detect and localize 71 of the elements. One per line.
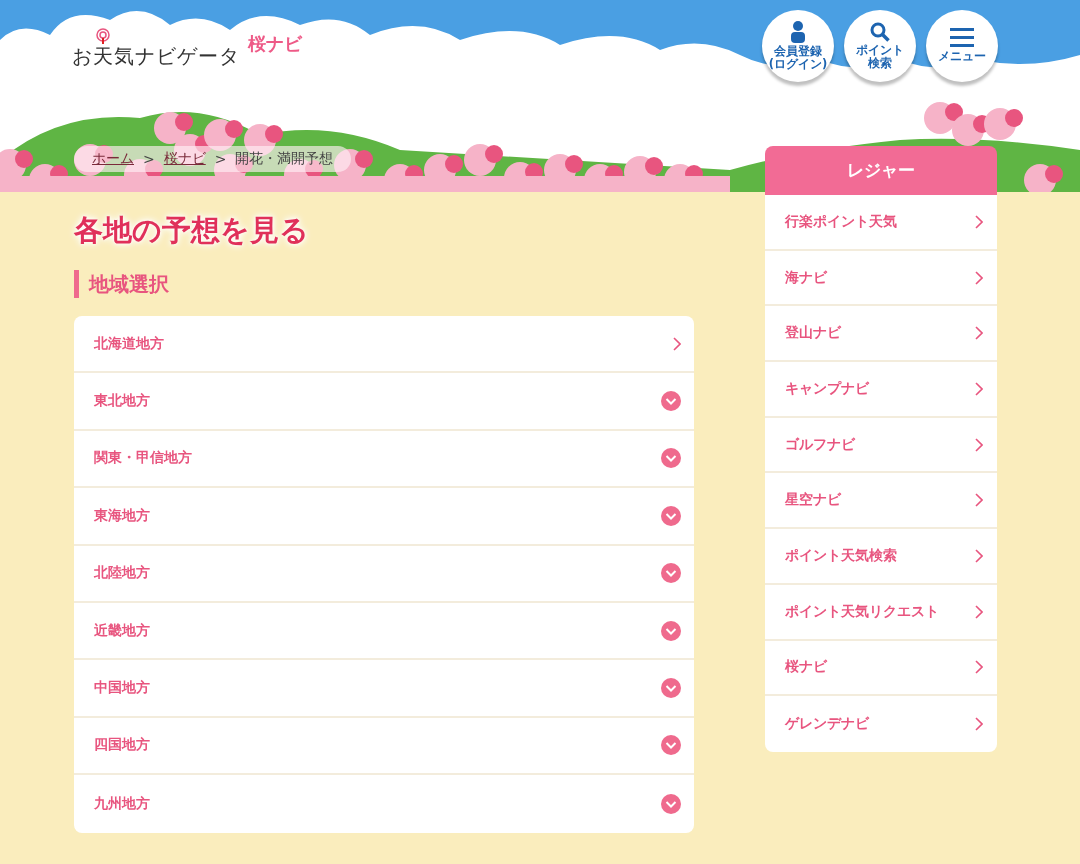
page-title: 各地の予想を見る bbox=[74, 212, 310, 249]
sidebar-item[interactable]: ポイント天気検索 bbox=[765, 529, 997, 585]
sidebar-item[interactable]: 登山ナビ bbox=[765, 306, 997, 363]
sidebar-item[interactable]: 行楽ポイント天気 bbox=[765, 195, 997, 251]
region-item[interactable]: 北海道地方 bbox=[74, 316, 694, 374]
sidebar-label: 行楽ポイント天気 bbox=[785, 212, 897, 231]
region-label: 東海地方 bbox=[94, 506, 150, 525]
region-label: 近畿地方 bbox=[94, 621, 150, 640]
sidebar-item[interactable]: 桜ナビ bbox=[765, 640, 997, 697]
chevron-right-icon bbox=[673, 336, 681, 351]
chevron-right-icon bbox=[975, 270, 983, 285]
expand-circle-icon bbox=[661, 735, 681, 756]
sidebar-label: 桜ナビ bbox=[785, 658, 827, 677]
sidebar-label: 星空ナビ bbox=[785, 491, 841, 510]
breadcrumb-link[interactable]: 桜ナビ bbox=[163, 150, 206, 168]
sidebar-label: 登山ナビ bbox=[785, 324, 841, 343]
breadcrumb-current: 開花・満開予想 bbox=[235, 150, 334, 168]
sidebar-item[interactable]: ポイント天気リクエスト bbox=[765, 584, 997, 641]
chevron-right-icon bbox=[975, 717, 983, 732]
region-item[interactable]: 九州地方 bbox=[74, 775, 694, 833]
region-label: 九州地方 bbox=[94, 794, 150, 813]
sidebar-item[interactable]: 星空ナビ bbox=[765, 473, 997, 530]
sidebar-item[interactable]: ゴルフナビ bbox=[765, 417, 997, 474]
region-item[interactable]: 四国地方 bbox=[74, 717, 694, 776]
region-item[interactable]: 近畿地方 bbox=[74, 602, 694, 661]
expand-circle-icon bbox=[661, 793, 681, 814]
region-item[interactable]: 北陸地方 bbox=[74, 545, 694, 603]
sidebar-label: ポイント天気検索 bbox=[785, 546, 897, 565]
expand-circle-icon bbox=[661, 505, 681, 526]
region-item[interactable]: 東海地方 bbox=[74, 488, 694, 546]
menu-icon bbox=[950, 28, 974, 49]
region-label: 四国地方 bbox=[94, 736, 150, 755]
sakura-navi-logo[interactable]: 桜ナビ bbox=[248, 32, 302, 56]
expand-circle-icon bbox=[661, 448, 681, 469]
breadcrumb-separator: > bbox=[214, 151, 227, 167]
chevron-right-icon bbox=[975, 493, 983, 508]
section-heading: 地域選択 bbox=[74, 270, 694, 298]
region-label: 北海道地方 bbox=[94, 334, 164, 353]
region-label: 関東・甲信地方 bbox=[94, 449, 192, 468]
chevron-right-icon bbox=[975, 381, 983, 396]
sidebar-item[interactable]: 海ナビ bbox=[765, 250, 997, 307]
region-label: 東北地方 bbox=[94, 392, 150, 411]
chevron-right-icon bbox=[975, 660, 983, 675]
site-logo[interactable]: お天気ナビゲータ bbox=[72, 43, 240, 70]
sidebar-label: 海ナビ bbox=[785, 268, 827, 287]
sidebar-label: ゲレンデナビ bbox=[785, 715, 869, 734]
breadcrumb-link[interactable]: ホーム bbox=[92, 150, 134, 168]
chevron-right-icon bbox=[975, 326, 983, 341]
region-item[interactable]: 中国地方 bbox=[74, 660, 694, 718]
expand-circle-icon bbox=[661, 391, 681, 412]
sidebar-item[interactable]: キャンプナビ bbox=[765, 362, 997, 418]
region-item[interactable]: 東北地方 bbox=[74, 373, 694, 431]
expand-circle-icon bbox=[661, 620, 681, 641]
expand-circle-icon bbox=[661, 563, 681, 584]
region-label: 北陸地方 bbox=[94, 564, 150, 583]
breadcrumb-separator: > bbox=[143, 151, 155, 167]
person-icon bbox=[791, 20, 805, 43]
sidebar-label: ゴルフナビ bbox=[785, 435, 855, 454]
chevron-right-icon bbox=[975, 437, 983, 452]
chevron-right-icon bbox=[975, 548, 983, 563]
search-icon bbox=[870, 21, 890, 42]
chevron-right-icon bbox=[975, 604, 983, 619]
region-label: 中国地方 bbox=[94, 679, 150, 698]
sidebar-label: キャンプナビ bbox=[785, 379, 869, 398]
chevron-right-icon bbox=[975, 214, 983, 229]
region-item[interactable]: 関東・甲信地方 bbox=[74, 430, 694, 489]
expand-circle-icon bbox=[661, 678, 681, 699]
sidebar-label: ポイント天気リクエスト bbox=[785, 602, 939, 621]
sidebar-header: レジャー bbox=[765, 146, 997, 195]
antenna-icon bbox=[94, 28, 112, 44]
sidebar-item[interactable]: ゲレンデナビ bbox=[765, 696, 997, 752]
